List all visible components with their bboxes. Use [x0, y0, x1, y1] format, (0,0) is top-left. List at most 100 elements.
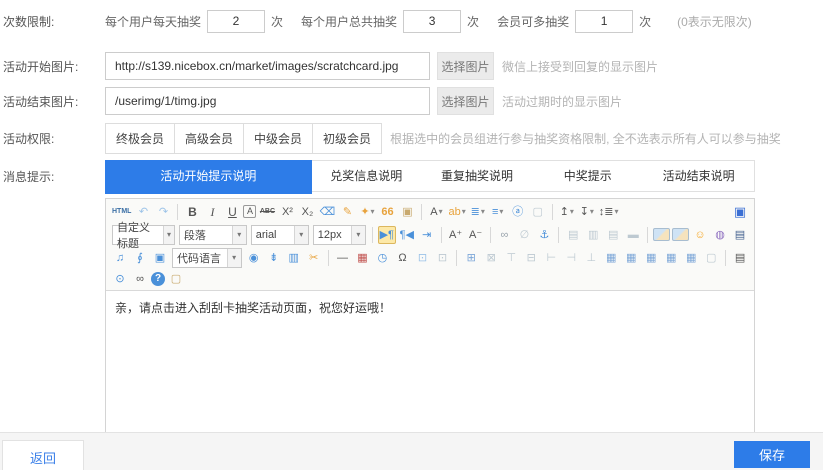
highlight-color-icon[interactable]: ab▾ — [447, 203, 466, 221]
space-after-paragraph-icon[interactable]: ↧▾ — [578, 203, 596, 221]
emoticon-icon[interactable]: ☺ — [691, 226, 709, 244]
member-group-button-2[interactable]: 高级会员 — [174, 123, 244, 154]
clear-format-brush-icon[interactable]: ✎ — [338, 203, 356, 221]
toolbar-row: 自定义标题▾段落▾arial▾12px▾▶¶¶◀⇥A⁺A⁻∞∅⚓▤▥▤▬☺◍▤ — [108, 223, 752, 246]
ordered-list-icon[interactable]: ≣▾ — [469, 203, 487, 221]
per-day-input[interactable] — [207, 10, 265, 33]
toolbar-separator — [558, 227, 559, 243]
image-align-none-icon[interactable]: ▬ — [624, 226, 642, 244]
italic-icon[interactable]: I — [203, 203, 221, 221]
toolbar-separator — [372, 227, 373, 243]
start-image-pick-button[interactable]: 选择图片 — [437, 52, 494, 80]
end-image-input[interactable] — [105, 87, 430, 115]
table-style-2-icon[interactable]: ▦ — [622, 249, 640, 267]
font-family-select[interactable]: arial▾ — [251, 225, 309, 245]
insert-date-icon[interactable]: ▦ — [353, 249, 371, 267]
comment-icon[interactable]: ⊡ — [433, 249, 451, 267]
editor-toolbar: HTML↶↷BIUAABCX²X₂⌫✎✦▾66▣A▾ab▾≣▾≡▾ⓐ▢↥▾↧▾↕… — [106, 199, 754, 291]
message-tab-1[interactable]: 活动开始提示说明 — [105, 160, 312, 194]
delete-table-icon[interactable]: ⊠ — [482, 249, 500, 267]
total-input[interactable] — [403, 10, 461, 33]
member-group-button-1[interactable]: 终极会员 — [105, 123, 175, 154]
anchor-label-icon[interactable]: ⓐ — [509, 203, 527, 221]
back-button[interactable]: 返回 — [2, 440, 84, 470]
font-size-up-icon[interactable]: A⁺ — [447, 226, 465, 244]
font-border-icon[interactable]: A — [243, 205, 256, 218]
superscript-icon[interactable]: X² — [278, 203, 296, 221]
insert-table-icon[interactable]: ⊞ — [462, 249, 480, 267]
autotypeset-icon[interactable]: ✦▾ — [358, 203, 376, 221]
insert-row-icon[interactable]: ⊢ — [542, 249, 560, 267]
table-style-4-icon[interactable]: ▦ — [662, 249, 680, 267]
search-preview-icon[interactable]: ⊙ — [111, 270, 129, 288]
fullscreen-preview-icon[interactable]: ▣ — [731, 203, 749, 221]
message-tab-2[interactable]: 兑奖信息说明 — [311, 161, 422, 191]
screenshot-icon[interactable]: ✂ — [305, 249, 323, 267]
blockquote-icon[interactable]: 66 — [378, 203, 396, 221]
image-align-left-icon[interactable]: ▤ — [564, 226, 582, 244]
member-group-button-3[interactable]: 中级会员 — [243, 123, 313, 154]
code-language-select[interactable]: 代码语言▾ — [172, 248, 242, 268]
attachment-icon[interactable]: ∮ — [131, 249, 149, 267]
horizontal-rule-icon[interactable]: — — [333, 249, 351, 267]
table-style-1-icon[interactable]: ▦ — [602, 249, 620, 267]
paste-icon[interactable]: ▢ — [167, 270, 185, 288]
chat-bubble-icon[interactable]: ⊡ — [413, 249, 431, 267]
editor-content[interactable]: 亲，请点击进入刮刮卡抽奖活动页面，祝您好运哦！ — [106, 291, 754, 441]
line-spacing-icon[interactable]: ↕≣▾ — [598, 203, 620, 221]
pagebreak-icon[interactable]: ⇟ — [265, 249, 283, 267]
indent-icon[interactable]: ⇥ — [418, 226, 436, 244]
strikethrough-icon[interactable]: ABC — [258, 203, 276, 221]
unlink-icon[interactable]: ∅ — [515, 226, 533, 244]
bold-icon[interactable]: B — [183, 203, 201, 221]
message-tab-4[interactable]: 中奖提示 — [532, 161, 643, 191]
member-extra-input[interactable] — [575, 10, 633, 33]
web-image-icon[interactable] — [672, 228, 689, 241]
link-icon[interactable]: ∞ — [495, 226, 513, 244]
find-replace-icon[interactable]: ∞ — [131, 270, 149, 288]
font-size-select[interactable]: 12px▾ — [313, 225, 366, 245]
table-title-icon[interactable]: ⊤ — [502, 249, 520, 267]
doc-template-icon[interactable]: ▢ — [702, 249, 720, 267]
video-icon[interactable]: ▤ — [731, 226, 749, 244]
split-cell-icon[interactable]: ⊥ — [582, 249, 600, 267]
image-align-center-icon[interactable]: ▥ — [584, 226, 602, 244]
total-unit: 次 — [467, 13, 479, 30]
space-before-paragraph-icon[interactable]: ↥▾ — [558, 203, 576, 221]
music-icon[interactable]: ♫ — [111, 249, 129, 267]
rtl-paragraph-icon[interactable]: ¶◀ — [398, 226, 416, 244]
scrawl-icon[interactable]: ◍ — [711, 226, 729, 244]
custom-title-select[interactable]: 自定义标题▾ — [112, 225, 175, 245]
insert-image-icon[interactable] — [653, 228, 670, 241]
table-style-5-icon[interactable]: ▦ — [682, 249, 700, 267]
image-align-right-icon[interactable]: ▤ — [604, 226, 622, 244]
special-char-icon[interactable]: Ω — [393, 249, 411, 267]
font-size-down-icon[interactable]: A⁻ — [467, 226, 485, 244]
insert-time-icon[interactable]: ◷ — [373, 249, 391, 267]
insert-col-icon[interactable]: ⊣ — [562, 249, 580, 267]
unordered-list-icon[interactable]: ≡▾ — [489, 203, 507, 221]
paste-word-icon[interactable]: ▣ — [398, 203, 416, 221]
subscript-icon[interactable]: X₂ — [298, 203, 316, 221]
end-image-pick-button[interactable]: 选择图片 — [437, 87, 494, 115]
help-icon[interactable]: ? — [151, 272, 165, 286]
map-icon[interactable]: ◉ — [245, 249, 263, 267]
start-image-input[interactable] — [105, 52, 430, 80]
eraser-icon[interactable]: ⌫ — [318, 203, 336, 221]
columns-icon[interactable]: ▥ — [285, 249, 303, 267]
message-tab-3[interactable]: 重复抽奖说明 — [422, 161, 533, 191]
paragraph-select[interactable]: 段落▾ — [179, 225, 247, 245]
anchor-icon[interactable]: ⚓ — [535, 226, 553, 244]
insert-frame-icon[interactable]: ▣ — [151, 249, 169, 267]
save-button[interactable]: 保存 — [734, 441, 810, 468]
table-style-3-icon[interactable]: ▦ — [642, 249, 660, 267]
print-icon[interactable]: ▤ — [731, 249, 749, 267]
merge-cells-icon[interactable]: ⊟ — [522, 249, 540, 267]
blank-doc-icon[interactable]: ▢ — [529, 203, 547, 221]
ltr-paragraph-icon[interactable]: ▶¶ — [378, 226, 396, 244]
underline-icon[interactable]: U — [223, 203, 241, 221]
message-tab-5[interactable]: 活动结束说明 — [643, 161, 754, 191]
font-color-icon[interactable]: A▾ — [427, 203, 445, 221]
member-group-button-4[interactable]: 初级会员 — [312, 123, 382, 154]
permission-hint: 根据选中的会员组进行参与抽奖资格限制, 全不选表示所有人可以参与抽奖 — [390, 130, 781, 147]
